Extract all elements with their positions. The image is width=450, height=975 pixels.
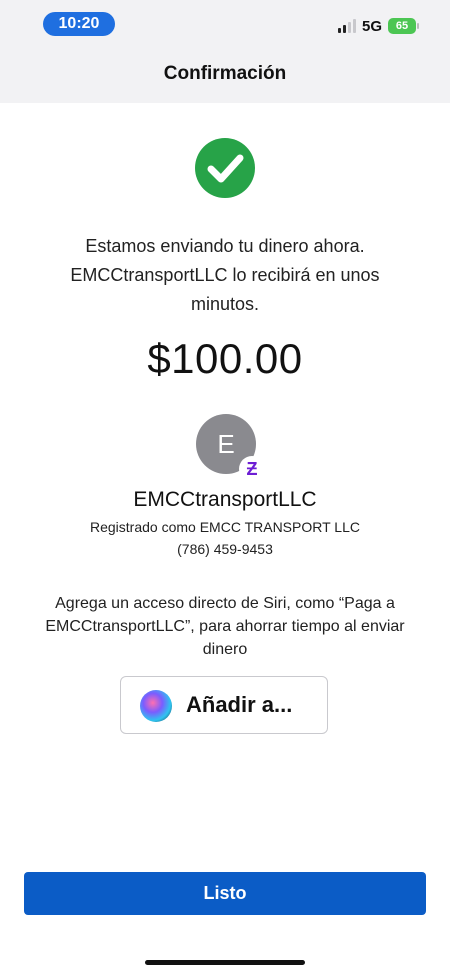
recipient-name: EMCCtransportLLC bbox=[133, 488, 317, 511]
zelle-badge-icon: Ƶ bbox=[239, 456, 265, 482]
status-time: 10:20 bbox=[43, 12, 115, 36]
checkmark-circle-icon bbox=[195, 138, 255, 198]
confirmation-message: Estamos enviando tu dinero ahora. EMCCtr… bbox=[70, 236, 380, 314]
signal-icon bbox=[337, 19, 356, 33]
battery-icon: 65 bbox=[388, 18, 419, 34]
recipient-phone: (786) 459-9453 bbox=[177, 541, 273, 557]
done-button[interactable]: Listo bbox=[24, 872, 426, 915]
registered-as: Registrado como EMCC TRANSPORT LLC bbox=[90, 519, 360, 535]
siri-icon bbox=[140, 690, 172, 722]
page-title: Confirmación bbox=[163, 63, 287, 84]
home-indicator[interactable] bbox=[145, 960, 305, 965]
add-to-siri-label: Añadir a... bbox=[186, 692, 293, 717]
amount: $100.00 bbox=[147, 335, 303, 382]
top-bar: 10:20 5G 65 Confirmación bbox=[0, 0, 450, 103]
add-to-siri-button[interactable]: Añadir a... bbox=[120, 676, 328, 734]
status-indicators: 5G 65 bbox=[337, 16, 419, 36]
siri-shortcut-text: Agrega un acceso directo de Siri, como “… bbox=[45, 595, 405, 658]
network-type: 5G bbox=[361, 17, 382, 35]
